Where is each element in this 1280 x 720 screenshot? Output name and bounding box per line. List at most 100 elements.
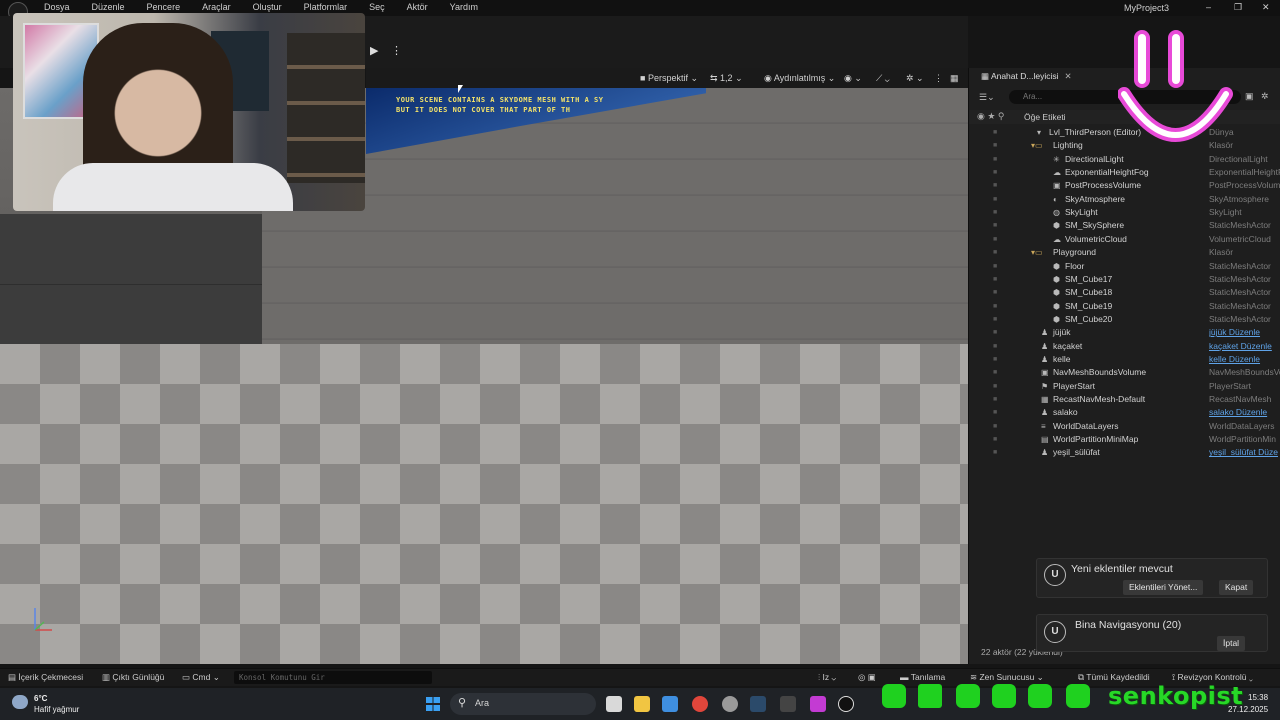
visibility-toggle-icon[interactable]: ■: [993, 246, 997, 259]
visibility-toggle-icon[interactable]: ■: [993, 206, 997, 219]
perspective-dropdown[interactable]: ■ Perspektif ⌄: [636, 71, 702, 85]
visibility-toggle-icon[interactable]: ■: [993, 273, 997, 286]
layout-grid-icon[interactable]: ▦: [946, 71, 963, 85]
view-mode-dropdown[interactable]: ◉ Aydınlatılmış ⌄: [760, 71, 839, 85]
item-label-column[interactable]: Öğe Etiketi: [1024, 112, 1066, 122]
visibility-toggle-icon[interactable]: ■: [993, 260, 997, 273]
outliner-row[interactable]: ■ ⬢ SM_Cube19 StaticMeshActor: [969, 300, 1280, 313]
visibility-toggle-icon[interactable]: ■: [993, 393, 997, 406]
visibility-toggle-icon[interactable]: ■: [993, 353, 997, 366]
outliner-row[interactable]: ■ ⬢ SM_SkySphere StaticMeshActor: [969, 219, 1280, 232]
trace-dropdown[interactable]: ⫶ Iz ⌄: [818, 672, 836, 683]
snap-icon[interactable]: ⟋ ⌄: [872, 71, 894, 85]
visibility-toggle-icon[interactable]: ■: [993, 313, 997, 326]
visibility-toggle-icon[interactable]: ■: [993, 420, 997, 433]
outliner-row[interactable]: ■ ⬢ SM_Cube20 StaticMeshActor: [969, 313, 1280, 326]
menu-item-6[interactable]: Seç: [369, 2, 385, 12]
show-flags-icon[interactable]: ◉ ⌄: [840, 71, 866, 85]
visibility-toggle-icon[interactable]: ■: [993, 153, 997, 166]
minimize-button[interactable]: –: [1206, 2, 1211, 12]
obs-icon[interactable]: [722, 696, 738, 712]
outliner-row[interactable]: ■ ☁ ExponentialHeightFog ExponentialHeightF…: [969, 166, 1280, 179]
content-drawer-button[interactable]: ▤ İçerik Çekmecesi: [8, 672, 83, 683]
console-input[interactable]: Konsol Komutunu Gir: [234, 671, 432, 684]
outliner-row[interactable]: ■ ▦ RecastNavMesh-Default RecastNavMesh: [969, 393, 1280, 406]
visibility-toggle-icon[interactable]: ■: [993, 300, 997, 313]
menu-item-8[interactable]: Yardım: [450, 2, 478, 12]
task-view-icon[interactable]: [606, 696, 622, 712]
outliner-row[interactable]: ■ ♟ kaçaket kaçaket Düzenle: [969, 340, 1280, 353]
chrome-icon[interactable]: [692, 696, 708, 712]
outliner-row[interactable]: ■ ⬢ SM_Cube18 StaticMeshActor: [969, 286, 1280, 299]
outliner-row[interactable]: ■ ⬢ Floor StaticMeshActor: [969, 260, 1280, 273]
diagnostics-button[interactable]: ▬ Tanılama: [900, 672, 945, 682]
file-explorer-icon[interactable]: [634, 696, 650, 712]
visibility-toggle-icon[interactable]: ■: [993, 406, 997, 419]
edit-blueprint-link[interactable]: yeşil_sülüfat Düze: [1209, 446, 1280, 459]
edit-blueprint-link[interactable]: kelle Düzenle: [1209, 353, 1280, 366]
epic-games-icon[interactable]: [780, 696, 796, 712]
steam-icon[interactable]: [750, 696, 766, 712]
outliner-row[interactable]: ■ ⚑ PlayerStart PlayerStart: [969, 380, 1280, 393]
maximize-button[interactable]: ❐: [1234, 2, 1242, 13]
menu-item-3[interactable]: Araçlar: [202, 2, 231, 12]
visibility-toggle-icon[interactable]: ■: [993, 286, 997, 299]
outliner-row[interactable]: ■ ▤ WorldPartitionMiniMap WorldPartitionMin: [969, 433, 1280, 446]
taskbar-search[interactable]: ⚲ Ara: [450, 693, 596, 715]
filter-icon[interactable]: ☰⌄: [979, 92, 995, 103]
menu-item-2[interactable]: Pencere: [147, 2, 181, 12]
more-options-icon[interactable]: ⋮: [391, 44, 402, 57]
edit-blueprint-link[interactable]: salako Düzenle: [1209, 406, 1280, 419]
visibility-toggle-icon[interactable]: ■: [993, 380, 997, 393]
add-folder-icon[interactable]: ▣: [1245, 91, 1254, 102]
menu-item-5[interactable]: Platformlar: [304, 2, 348, 12]
close-notification-button[interactable]: Kapat: [1219, 580, 1254, 595]
visibility-toggle-icon[interactable]: ■: [993, 340, 997, 353]
outliner-row[interactable]: ■ ♟ salako salako Düzenle: [969, 406, 1280, 419]
tab-outliner[interactable]: ▦ Anahat D...leyicisi ✕: [975, 68, 1078, 84]
close-button[interactable]: ✕: [1262, 2, 1270, 13]
edit-blueprint-link[interactable]: jüjük Düzenle: [1209, 326, 1280, 339]
menu-item-7[interactable]: Aktör: [407, 2, 428, 12]
outliner-row[interactable]: ■ ▾▭ Playground Klasör: [969, 246, 1280, 259]
outliner-row[interactable]: ■ ◍ SkyLight SkyLight: [969, 206, 1280, 219]
visibility-toggle-icon[interactable]: ■: [993, 193, 997, 206]
unreal-engine-icon[interactable]: [838, 696, 854, 712]
outliner-row[interactable]: ■ ◐ SkyAtmosphere SkyAtmosphere: [969, 193, 1280, 206]
cmd-dropdown[interactable]: ▭ Cmd ⌄: [182, 672, 220, 683]
cancel-navigation-button[interactable]: İptal: [1217, 636, 1246, 651]
app-icon[interactable]: [810, 696, 826, 712]
zen-server-button[interactable]: ≋ Zen Sunucusu ⌄: [970, 672, 1044, 683]
visibility-toggle-icon[interactable]: ■: [993, 326, 997, 339]
record-icon[interactable]: ◎ ▣: [858, 672, 876, 683]
viewport-more-icon[interactable]: ⋮: [930, 71, 947, 85]
visibility-toggle-icon[interactable]: ■: [993, 126, 997, 139]
outliner-row[interactable]: ■ ♟ jüjük jüjük Düzenle: [969, 326, 1280, 339]
windows-start-icon[interactable]: [426, 697, 440, 711]
visibility-toggle-icon[interactable]: ■: [993, 233, 997, 246]
output-log-button[interactable]: ▥ Çıktı Günlüğü: [102, 672, 164, 683]
outliner-row[interactable]: ■ ≡ WorldDataLayers WorldDataLayers: [969, 420, 1280, 433]
outliner-row[interactable]: ■ ♟ kelle kelle Düzenle: [969, 353, 1280, 366]
visibility-toggle-icon[interactable]: ■: [993, 179, 997, 192]
visibility-toggle-icon[interactable]: ■: [993, 166, 997, 179]
visibility-toggle-icon[interactable]: ■: [993, 139, 997, 152]
close-tab-icon[interactable]: ✕: [1065, 71, 1072, 81]
menu-item-1[interactable]: Düzenle: [92, 2, 125, 12]
visibility-toggle-icon[interactable]: ■: [993, 433, 997, 446]
visibility-toggle-icon[interactable]: ■: [993, 366, 997, 379]
outliner-row[interactable]: ■ ♟ yeşil_sülüfat yeşil_sülüfat Düze: [969, 446, 1280, 459]
edit-blueprint-link[interactable]: kaçaket Düzenle: [1209, 340, 1280, 353]
settings-gear-icon[interactable]: ✲ ⌄: [902, 71, 928, 85]
weather-icon[interactable]: [12, 695, 28, 709]
visibility-toggle-icon[interactable]: ■: [993, 446, 997, 459]
menu-item-0[interactable]: Dosya: [44, 2, 70, 12]
play-icon[interactable]: ▶: [370, 44, 378, 57]
menu-item-4[interactable]: Oluştur: [253, 2, 282, 12]
visibility-toggle-icon[interactable]: ■: [993, 219, 997, 232]
outliner-row[interactable]: ■ ▣ NavMeshBoundsVolume NavMeshBoundsVolume: [969, 366, 1280, 379]
camera-speed-dropdown[interactable]: ⇆ 1,2 ⌄: [706, 71, 747, 85]
outliner-settings-icon[interactable]: ✲: [1261, 91, 1269, 102]
store-icon[interactable]: [662, 696, 678, 712]
manage-plugins-button[interactable]: Eklentileri Yönet...: [1123, 580, 1204, 595]
